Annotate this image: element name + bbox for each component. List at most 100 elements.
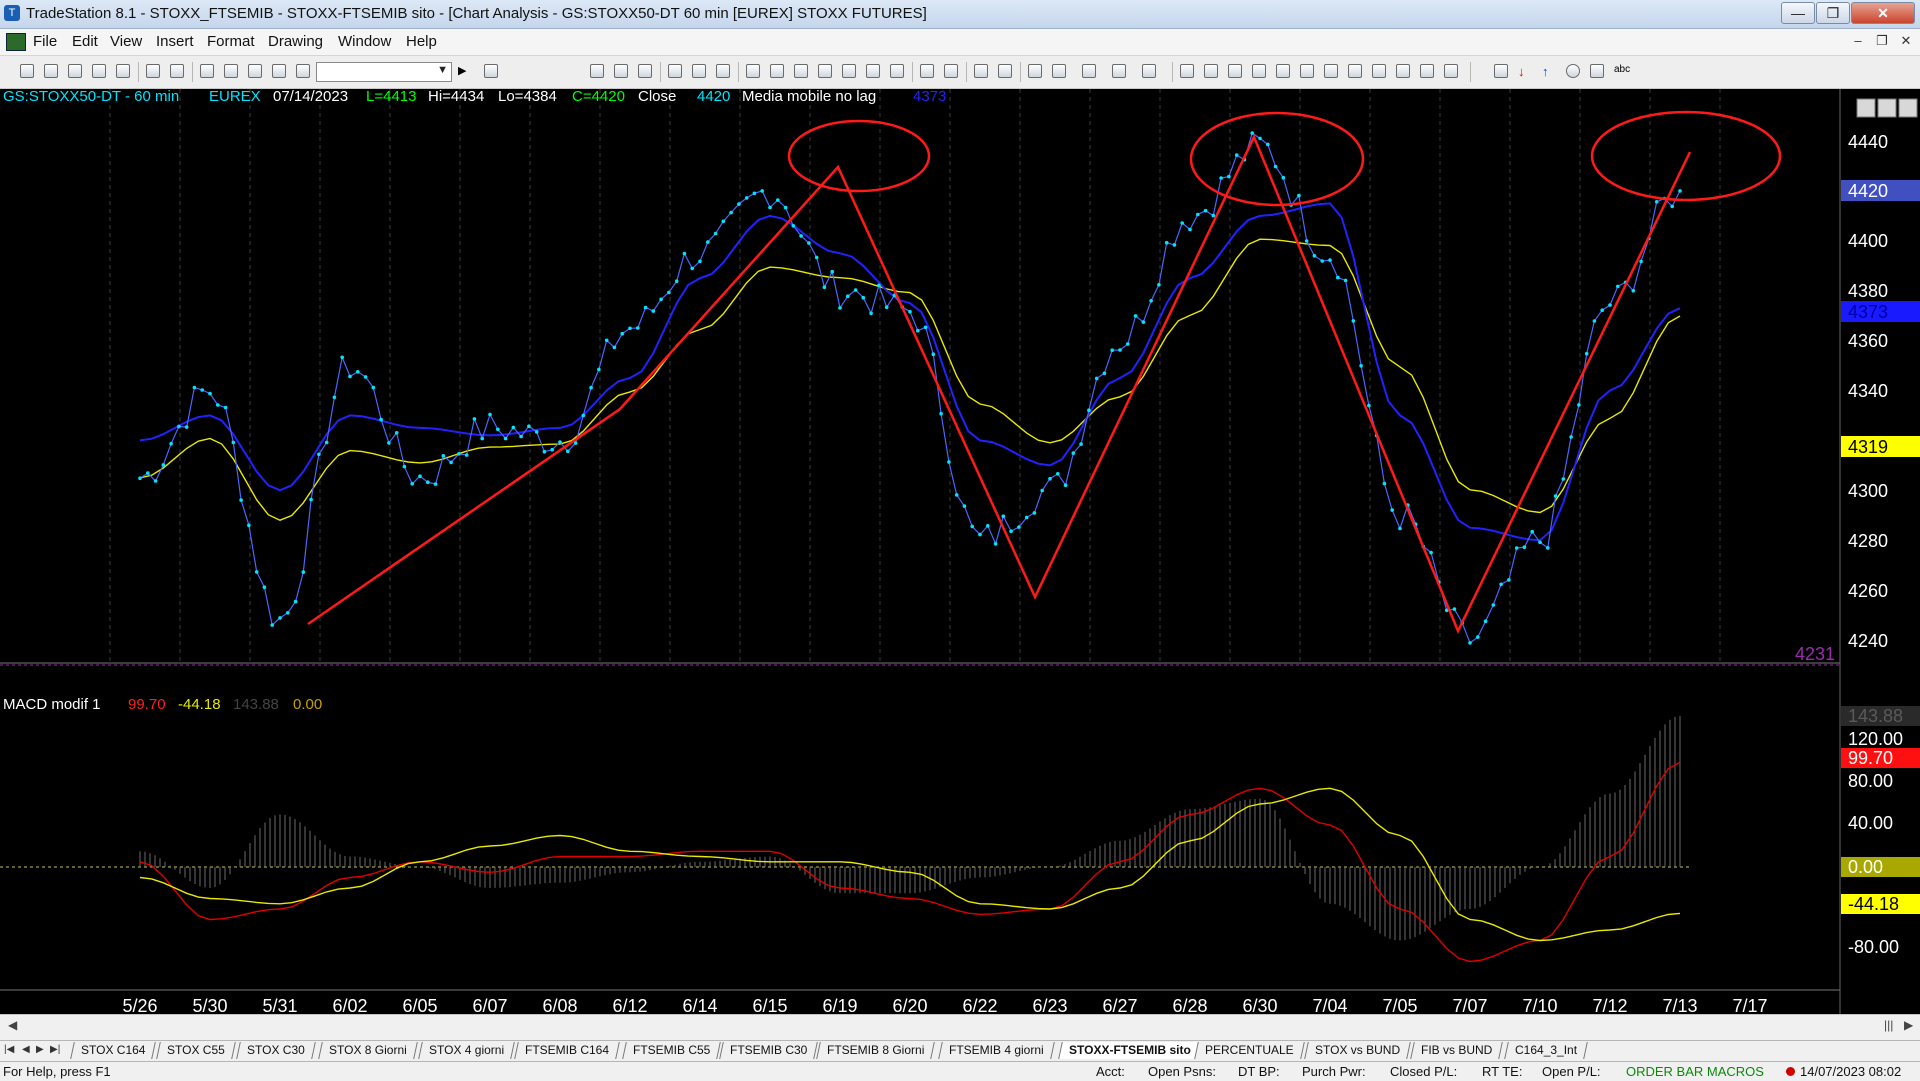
ellipse-icon[interactable] bbox=[1566, 64, 1580, 78]
print-preview-icon[interactable] bbox=[146, 64, 160, 78]
fibonacci-icon[interactable] bbox=[1276, 64, 1290, 78]
open-icon[interactable] bbox=[44, 64, 58, 78]
chart-style-icon[interactable] bbox=[590, 64, 604, 78]
arrow-right-icon[interactable]: ▶ bbox=[458, 64, 472, 78]
document-icon[interactable] bbox=[6, 33, 26, 51]
tab-percentuale[interactable]: PERCENTUALE bbox=[1194, 1042, 1305, 1059]
tab-ftsemib-8-giorni[interactable]: FTSEMIB 8 Giorni bbox=[816, 1042, 936, 1059]
tab-stox-8-giorni[interactable]: STOX 8 Giorni bbox=[318, 1042, 418, 1059]
horizontal-line-icon[interactable] bbox=[1228, 64, 1242, 78]
tab-stoxx-ftsemib-sito[interactable]: STOXX-FTSEMIB sito bbox=[1058, 1042, 1202, 1059]
zoom-out-icon[interactable] bbox=[998, 64, 1012, 78]
object-list-icon[interactable] bbox=[1112, 64, 1126, 78]
arc-icon[interactable] bbox=[1420, 64, 1434, 78]
tab-ftsemib-4-giorni[interactable]: FTSEMIB 4 giorni bbox=[938, 1042, 1055, 1059]
horizontal-scrollbar[interactable]: ◀ ||| ▶ bbox=[0, 1014, 1920, 1035]
palette-icon[interactable] bbox=[296, 64, 310, 78]
regression-icon[interactable] bbox=[1324, 64, 1338, 78]
link-icon[interactable] bbox=[224, 64, 238, 78]
span-icon[interactable] bbox=[944, 64, 958, 78]
data-icon[interactable] bbox=[866, 64, 880, 78]
status-order-bar[interactable]: ORDER BAR MACROS bbox=[1626, 1064, 1764, 1079]
indicator-icon[interactable] bbox=[668, 64, 682, 78]
save-all-icon[interactable] bbox=[68, 64, 82, 78]
extension-icon[interactable] bbox=[1372, 64, 1386, 78]
rectangle-icon[interactable] bbox=[1590, 64, 1604, 78]
trendline-icon[interactable] bbox=[1180, 64, 1194, 78]
menu-help[interactable]: Help bbox=[406, 33, 437, 50]
pencil-icon[interactable] bbox=[1444, 64, 1458, 78]
andrews-pitchfork-icon[interactable] bbox=[1396, 64, 1410, 78]
tab-stox-c30[interactable]: STOX C30 bbox=[236, 1042, 316, 1059]
tab-ftsemib-c55[interactable]: FTSEMIB C55 bbox=[622, 1042, 722, 1059]
bar-chart-icon[interactable] bbox=[794, 64, 808, 78]
text-abc-icon[interactable]: abc bbox=[1614, 64, 1630, 78]
menu-view[interactable]: View bbox=[110, 33, 142, 50]
gann-icon[interactable] bbox=[1300, 64, 1314, 78]
tab-ftsemib-c164[interactable]: FTSEMIB C164 bbox=[514, 1042, 620, 1059]
lock-icon[interactable] bbox=[248, 64, 262, 78]
speed-line-icon[interactable] bbox=[1348, 64, 1362, 78]
folder-icon[interactable] bbox=[116, 64, 130, 78]
tab-fib-vs-bund[interactable]: FIB vs BUND bbox=[1410, 1042, 1504, 1059]
stats-icon[interactable] bbox=[818, 64, 832, 78]
search-icon[interactable] bbox=[484, 64, 498, 78]
channel-icon[interactable] bbox=[1252, 64, 1266, 78]
tab-stox-vs-bund[interactable]: STOX vs BUND bbox=[1304, 1042, 1411, 1059]
freehand-icon[interactable] bbox=[1494, 64, 1508, 78]
tab-stox-4-giorni[interactable]: STOX 4 giorni bbox=[418, 1042, 515, 1059]
arrow-up-icon[interactable]: ↑ bbox=[1542, 64, 1556, 79]
scroll-left-icon[interactable]: ◀ bbox=[8, 1018, 17, 1032]
mdi-minimize-icon[interactable]: – bbox=[1848, 32, 1868, 50]
refresh-icon[interactable] bbox=[716, 64, 730, 78]
chart-window[interactable]: GS:STOXX50-DT - 60 min EUREX 07/14/2023 … bbox=[0, 89, 1920, 1034]
pointer-icon[interactable] bbox=[1028, 64, 1042, 78]
bars-icon[interactable] bbox=[890, 64, 904, 78]
new-icon[interactable] bbox=[20, 64, 34, 78]
window-grid-icon[interactable] bbox=[638, 64, 652, 78]
scroll-thumb-icon[interactable]: ||| bbox=[1884, 1018, 1893, 1032]
menu-drawing[interactable]: Drawing bbox=[268, 33, 323, 50]
analysis-icon[interactable] bbox=[746, 64, 760, 78]
close-button[interactable]: ✕ bbox=[1851, 2, 1915, 24]
chart-restore-button[interactable] bbox=[1877, 98, 1897, 118]
scroll-right-icon[interactable]: ▶ bbox=[1904, 1018, 1913, 1032]
signal-icon[interactable] bbox=[842, 64, 856, 78]
maximize-button[interactable]: ❐ bbox=[1816, 2, 1850, 24]
drawing-tools-icon[interactable] bbox=[272, 64, 286, 78]
arrange-icon[interactable] bbox=[200, 64, 214, 78]
chart-canvas[interactable]: GS:STOXX50-DT - 60 min EUREX 07/14/2023 … bbox=[0, 89, 1920, 1014]
chart-close-button[interactable] bbox=[1898, 98, 1918, 118]
chart-minimize-button[interactable] bbox=[1856, 98, 1876, 118]
tab-next-icon[interactable]: ▶ bbox=[36, 1044, 44, 1055]
menu-insert[interactable]: Insert bbox=[156, 33, 194, 50]
properties-icon[interactable] bbox=[1142, 64, 1156, 78]
tab-last-icon[interactable]: ▶| bbox=[50, 1044, 60, 1055]
print-icon[interactable] bbox=[170, 64, 184, 78]
time-frame-icon[interactable] bbox=[920, 64, 934, 78]
tab-c164-3-int[interactable]: C164_3_Int bbox=[1504, 1042, 1588, 1059]
arrow-down-icon[interactable]: ↓ bbox=[1518, 64, 1532, 79]
grid-icon[interactable] bbox=[614, 64, 628, 78]
mdi-close-icon[interactable]: ✕ bbox=[1896, 32, 1916, 50]
tab-ftsemib-c30[interactable]: FTSEMIB C30 bbox=[719, 1042, 819, 1059]
tools-icon[interactable] bbox=[1082, 64, 1096, 78]
cursor-data-icon[interactable] bbox=[1052, 64, 1066, 78]
mdi-restore-icon[interactable]: ❐ bbox=[1872, 32, 1892, 50]
price-bar-point bbox=[612, 345, 617, 350]
tab-stox-c164[interactable]: STOX C164 bbox=[70, 1042, 157, 1059]
menu-format[interactable]: Format bbox=[207, 33, 255, 50]
vertical-line-icon[interactable] bbox=[1204, 64, 1218, 78]
tab-first-icon[interactable]: |◀ bbox=[4, 1044, 14, 1055]
menu-edit[interactable]: Edit bbox=[72, 33, 98, 50]
new-window-icon[interactable] bbox=[92, 64, 106, 78]
format-icon[interactable] bbox=[770, 64, 784, 78]
minimize-button[interactable]: — bbox=[1781, 2, 1815, 24]
symbol-combo[interactable]: ▼ bbox=[316, 62, 452, 82]
menu-window[interactable]: Window bbox=[338, 33, 391, 50]
tab-prev-icon[interactable]: ◀ bbox=[22, 1044, 30, 1055]
zoom-in-icon[interactable] bbox=[974, 64, 988, 78]
menu-file[interactable]: File bbox=[33, 33, 57, 50]
tab-stox-c55[interactable]: STOX C55 bbox=[156, 1042, 236, 1059]
strategy-icon[interactable] bbox=[692, 64, 706, 78]
